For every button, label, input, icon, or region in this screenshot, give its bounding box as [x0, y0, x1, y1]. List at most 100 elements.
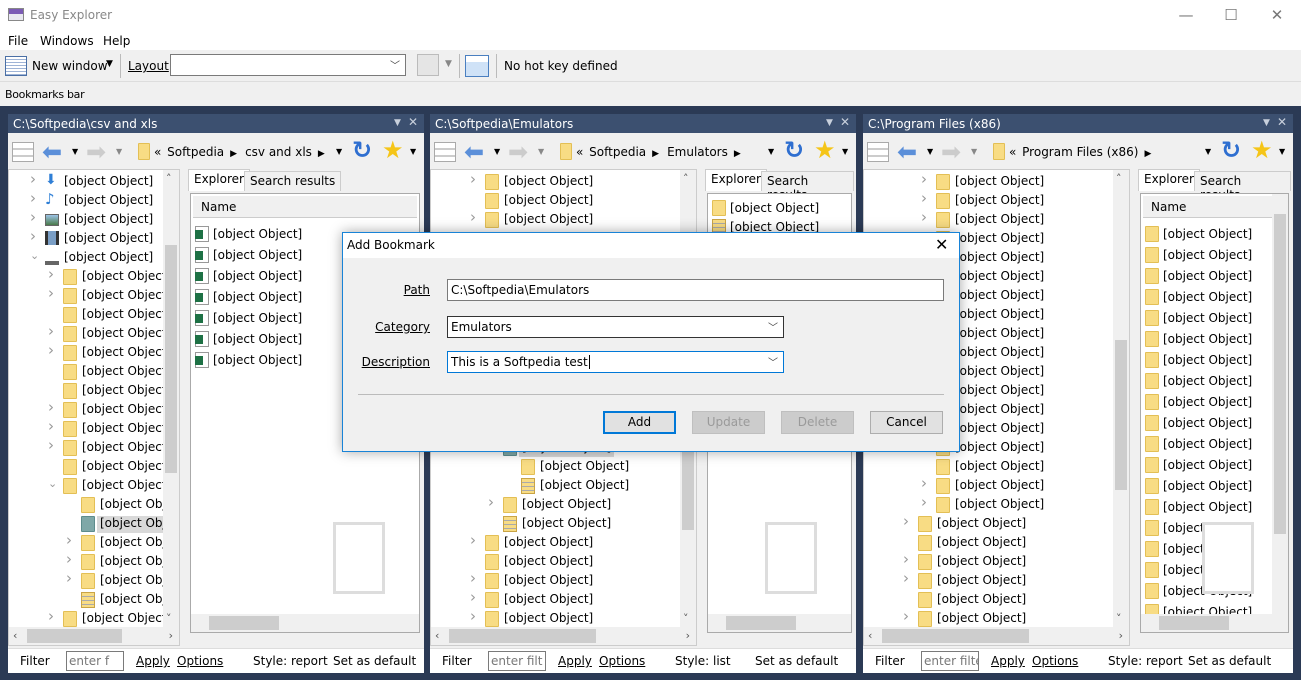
address-dropdown-icon[interactable]: ▼: [1205, 147, 1211, 156]
scroll-right-icon[interactable]: ›: [1119, 629, 1123, 642]
scroll-left-icon[interactable]: ‹: [435, 629, 439, 642]
save-layout-icon[interactable]: [417, 54, 439, 76]
scroll-down-icon[interactable]: ˅: [166, 612, 172, 625]
tab-search-results[interactable]: Search results: [244, 171, 342, 191]
breadcrumb-separator-icon[interactable]: ▶: [652, 149, 659, 159]
chevron-right-icon[interactable]: ›: [66, 531, 72, 549]
style-dropdown[interactable]: Style: report: [1108, 654, 1183, 668]
close-button[interactable]: ✕: [1262, 6, 1292, 24]
scroll-left-icon[interactable]: ‹: [868, 629, 872, 642]
tree-item[interactable]: ›[object Object]: [9, 417, 179, 438]
file-list[interactable]: Name [object Object] [object Object] [objec…: [1140, 193, 1289, 633]
address-dropdown-icon[interactable]: ▼: [336, 147, 342, 156]
tree-item[interactable]: [object Object]: [9, 305, 179, 324]
bookmark-star-icon[interactable]: ★: [814, 136, 836, 164]
tree-item[interactable]: ›[object Object]: [431, 170, 696, 191]
breadcrumb-overflow-icon[interactable]: «: [154, 145, 165, 159]
refresh-icon[interactable]: ↻: [1221, 136, 1241, 164]
delete-button[interactable]: Delete: [781, 411, 854, 434]
chevron-right-icon[interactable]: ›: [48, 265, 54, 283]
tree-item[interactable]: ›[object Object]: [9, 227, 179, 248]
menu-help[interactable]: Help: [103, 34, 130, 48]
chevron-right-icon[interactable]: ›: [48, 607, 54, 625]
list-horizontal-scrollbar[interactable]: [191, 614, 419, 632]
chevron-right-icon[interactable]: ›: [921, 474, 927, 492]
forward-arrow-icon[interactable]: ➡: [86, 138, 106, 166]
chevron-right-icon[interactable]: ›: [30, 208, 36, 226]
description-input[interactable]: This is a Softpedia test ﹀: [447, 351, 784, 373]
save-layout-dropdown-icon[interactable]: ▼: [445, 59, 452, 69]
scrollbar-thumb[interactable]: [1274, 214, 1286, 534]
list-item[interactable]: [object Object]: [1141, 224, 1272, 245]
breadcrumb[interactable]: « Softpedia ▶ Emulators ▶: [576, 145, 747, 159]
chevron-right-icon[interactable]: ›: [30, 170, 36, 188]
tree-item[interactable]: ›[object Object]: [864, 170, 1129, 191]
tree-item[interactable]: [object Object]: [431, 476, 696, 495]
chevron-right-icon[interactable]: ›: [903, 550, 909, 568]
panel-menu-icon[interactable]: ▼: [1263, 118, 1270, 128]
bookmark-star-icon[interactable]: ★: [1251, 136, 1273, 164]
back-arrow-icon[interactable]: ⬅: [464, 138, 484, 166]
dialog-close-icon[interactable]: ✕: [935, 235, 948, 254]
chevron-right-icon[interactable]: ›: [921, 170, 927, 188]
tree-item[interactable]: ›[object Object]: [864, 208, 1129, 229]
refresh-icon[interactable]: ↻: [352, 136, 372, 164]
chevron-right-icon[interactable]: ›: [921, 493, 927, 511]
tree-item[interactable]: [object Object]: [431, 457, 696, 476]
new-window-icon[interactable]: [5, 56, 27, 76]
list-vertical-scrollbar[interactable]: [1272, 194, 1288, 614]
chevron-right-icon[interactable]: ›: [921, 189, 927, 207]
breadcrumb-separator-icon[interactable]: ▶: [1144, 149, 1151, 159]
breadcrumb[interactable]: « Program Files (x86) ▶: [1009, 145, 1157, 159]
list-item[interactable]: [object Object]: [1141, 476, 1272, 497]
breadcrumb-item[interactable]: Emulators: [667, 145, 728, 159]
tree-item[interactable]: [object Object]: [864, 457, 1129, 476]
tab-explorer[interactable]: Explorer: [705, 169, 767, 191]
tree-item[interactable]: ›[object Object]: [431, 607, 696, 628]
options-dropdown[interactable]: Options: [599, 654, 645, 668]
list-item[interactable]: [object Object]: [1141, 455, 1272, 476]
chevron-right-icon[interactable]: ›: [66, 550, 72, 568]
list-item[interactable]: [object Object]: [1141, 392, 1272, 413]
chevron-right-icon[interactable]: ›: [903, 569, 909, 587]
chevron-right-icon[interactable]: ›: [48, 322, 54, 340]
tree-item[interactable]: [object Object]: [9, 381, 179, 400]
scrollbar-thumb[interactable]: [449, 629, 596, 643]
chevron-right-icon[interactable]: ›: [66, 569, 72, 587]
scroll-left-icon[interactable]: ‹: [13, 629, 17, 642]
list-item[interactable]: [object Object]: [1141, 434, 1272, 455]
tab-explorer[interactable]: Explorer: [1138, 169, 1200, 191]
tree-item[interactable]: ›[object Object]: [864, 607, 1129, 628]
filter-input[interactable]: enter f: [66, 651, 124, 671]
update-button[interactable]: Update: [692, 411, 765, 434]
chevron-right-icon[interactable]: ›: [470, 607, 476, 625]
chevron-down-icon[interactable]: ⌄: [30, 249, 39, 262]
cancel-button[interactable]: Cancel: [870, 411, 943, 434]
panel-close-icon[interactable]: ✕: [1277, 115, 1287, 129]
bookmark-dropdown-icon[interactable]: ▼: [842, 147, 848, 156]
scroll-down-icon[interactable]: ˅: [683, 612, 689, 625]
chevron-right-icon[interactable]: ›: [470, 531, 476, 549]
chevron-down-icon[interactable]: ⌄: [48, 477, 57, 490]
breadcrumb-item[interactable]: csv and xls: [245, 145, 312, 159]
scroll-up-icon[interactable]: ˄: [1116, 172, 1122, 185]
list-item[interactable]: [object Object]: [1141, 497, 1272, 518]
chevron-right-icon[interactable]: ›: [921, 208, 927, 226]
scroll-down-icon[interactable]: ˅: [1116, 612, 1122, 625]
column-header-name[interactable]: Name: [193, 196, 417, 218]
chevron-right-icon[interactable]: ›: [48, 417, 54, 435]
list-item[interactable]: [object Object]: [1141, 329, 1272, 350]
bookmark-dropdown-icon[interactable]: ▼: [1279, 147, 1285, 156]
list-item[interactable]: [object Object]: [1141, 308, 1272, 329]
hotkey-icon[interactable]: [465, 55, 489, 77]
tree-item[interactable]: ›[object Object]: [9, 550, 179, 571]
scrollbar-thumb[interactable]: [1159, 616, 1229, 630]
breadcrumb-overflow-icon[interactable]: «: [576, 145, 587, 159]
tree-vertical-scrollbar[interactable]: ˄ ˅: [1113, 170, 1129, 627]
style-dropdown[interactable]: Style: report: [253, 654, 328, 668]
bookmark-star-icon[interactable]: ★: [382, 136, 404, 164]
breadcrumb-separator-icon[interactable]: ▶: [318, 149, 325, 159]
chevron-right-icon[interactable]: ›: [30, 227, 36, 245]
tree-item[interactable]: ›[object Object]: [9, 284, 179, 305]
tree-item[interactable]: ›[object Object]: [864, 189, 1129, 210]
